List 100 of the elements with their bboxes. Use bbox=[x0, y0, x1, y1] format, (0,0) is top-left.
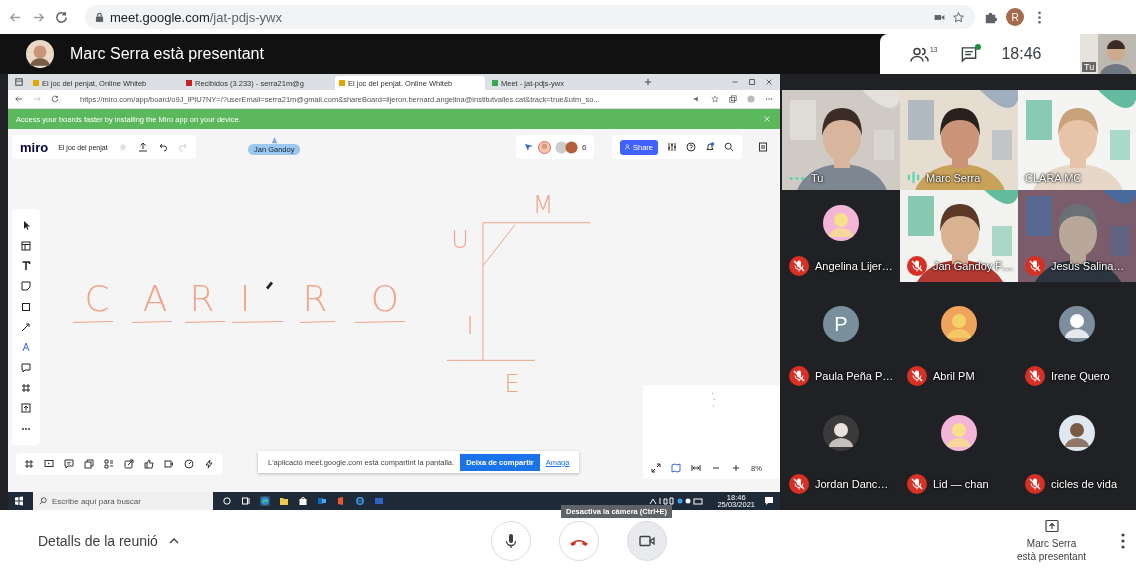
lightning-icon[interactable] bbox=[204, 459, 214, 469]
participant-name: Angelina Lijer… bbox=[815, 260, 893, 272]
internet-explorer-icon[interactable] bbox=[355, 496, 365, 506]
app-logo[interactable]: miro bbox=[20, 139, 49, 155]
participant-name: Tu bbox=[811, 172, 824, 184]
cortana-icon[interactable] bbox=[222, 496, 232, 506]
zoom-in-icon[interactable] bbox=[731, 463, 741, 473]
upload-icon[interactable] bbox=[137, 142, 148, 152]
taskbar-search-field[interactable]: Escribe aquí para buscar bbox=[33, 492, 213, 510]
windows-start-icon[interactable] bbox=[14, 496, 24, 506]
map-icon[interactable] bbox=[671, 463, 681, 473]
star-icon[interactable] bbox=[117, 142, 128, 152]
reload-icon[interactable] bbox=[51, 95, 59, 103]
timer-icon[interactable] bbox=[184, 459, 194, 469]
participant-name: Marc Serra bbox=[926, 171, 981, 184]
video-icon[interactable] bbox=[164, 459, 174, 469]
lock-icon bbox=[95, 11, 104, 23]
sticky-note-icon[interactable] bbox=[21, 281, 31, 292]
word-icon[interactable] bbox=[374, 496, 384, 506]
user-avatar[interactable] bbox=[565, 140, 578, 154]
meeting-details-button[interactable]: Detalls de la reunió bbox=[38, 532, 180, 549]
collaborator-count[interactable]: 6 bbox=[582, 142, 587, 152]
participant-tile[interactable]: Lid — chan bbox=[900, 392, 1018, 500]
board-menu-icon[interactable] bbox=[758, 142, 768, 152]
minimap-dots-icon bbox=[711, 391, 716, 409]
profile-avatar[interactable]: R bbox=[1006, 8, 1024, 26]
shape-tool-icon[interactable] bbox=[21, 301, 31, 312]
outlook-icon[interactable] bbox=[317, 496, 327, 506]
participant-name: Jesús Salina… bbox=[1051, 260, 1125, 272]
user-avatar[interactable] bbox=[555, 140, 568, 154]
chat-button[interactable] bbox=[959, 45, 980, 63]
cards-icon[interactable] bbox=[84, 459, 94, 469]
frame-tool-icon[interactable] bbox=[21, 383, 31, 394]
pen-tool-icon[interactable] bbox=[21, 342, 31, 353]
participant-tile[interactable]: Tu bbox=[782, 90, 900, 190]
camera-button[interactable] bbox=[627, 520, 667, 561]
reaction-icon[interactable] bbox=[524, 142, 534, 152]
presenter-title: Marc Serra està presentant bbox=[70, 45, 264, 63]
maximize-icon[interactable] bbox=[748, 78, 756, 86]
task-view-icon[interactable] bbox=[241, 496, 251, 506]
handwritten-letter: A bbox=[142, 278, 168, 320]
office-icon[interactable] bbox=[336, 496, 346, 506]
participant-name: Lid — chan bbox=[933, 478, 989, 490]
star-icon[interactable] bbox=[952, 10, 965, 24]
pen-cursor-icon bbox=[266, 281, 273, 290]
folder-icon[interactable] bbox=[279, 496, 289, 506]
handwritten-letter: M bbox=[532, 190, 554, 219]
upload-tool-icon[interactable] bbox=[21, 403, 31, 414]
comment-tool-icon[interactable] bbox=[21, 362, 31, 373]
participant-name: cicles de vida bbox=[1051, 478, 1118, 490]
templates-icon[interactable] bbox=[21, 240, 31, 251]
read-aloud-icon[interactable] bbox=[693, 95, 701, 103]
people-icon bbox=[625, 144, 631, 150]
tab-menu-icon[interactable] bbox=[15, 78, 23, 86]
microphone-button[interactable] bbox=[491, 520, 531, 561]
like-icon[interactable] bbox=[144, 459, 154, 469]
favorite-icon[interactable] bbox=[711, 95, 719, 103]
settings-icon[interactable] bbox=[667, 142, 677, 152]
more-icon[interactable] bbox=[765, 95, 773, 103]
participant-name: Jordan Danc… bbox=[815, 478, 889, 490]
connector-tool-icon[interactable] bbox=[21, 321, 31, 332]
participant-tile[interactable]: Abril PM bbox=[900, 282, 1018, 392]
reload-icon[interactable] bbox=[54, 9, 69, 25]
store-icon[interactable] bbox=[298, 496, 308, 506]
participant-tile[interactable]: Irene Quero bbox=[1018, 282, 1136, 392]
participant-tile[interactable]: CLARA MC bbox=[1018, 90, 1136, 190]
fit-width-icon[interactable] bbox=[691, 463, 701, 473]
search-icon[interactable] bbox=[724, 142, 734, 152]
notification-icon[interactable] bbox=[764, 496, 774, 506]
handwritten-letter: U bbox=[451, 225, 469, 254]
select-tool-icon[interactable] bbox=[21, 220, 31, 231]
back-icon[interactable] bbox=[15, 95, 23, 103]
notifications-icon[interactable] bbox=[705, 142, 715, 152]
address-bar[interactable]: meet.google.com/jat-pdjs-ywx bbox=[85, 5, 975, 29]
more-options-icon[interactable] bbox=[1120, 531, 1126, 550]
participant-tile[interactable]: Jesús Salina… bbox=[1018, 190, 1136, 282]
comments-icon[interactable] bbox=[64, 459, 74, 469]
user-avatar[interactable] bbox=[538, 140, 551, 154]
presentation-button[interactable]: Marc Serra està presentant bbox=[1017, 519, 1086, 562]
text-tool-icon[interactable] bbox=[21, 260, 31, 271]
handwritten-letter: E bbox=[504, 370, 520, 399]
collections-icon[interactable] bbox=[729, 95, 737, 103]
handwritten-letter: R bbox=[302, 278, 328, 320]
participant-tile[interactable]: Angelina Lijer… bbox=[782, 190, 900, 282]
presentation-icon[interactable] bbox=[44, 459, 54, 469]
undo-icon[interactable] bbox=[157, 142, 168, 152]
participant-tile[interactable]: Jordan Danc… bbox=[782, 392, 900, 500]
kanban-icon[interactable] bbox=[104, 459, 114, 469]
edge-icon[interactable] bbox=[260, 496, 270, 506]
fit-screen-icon[interactable] bbox=[651, 463, 661, 473]
search-icon bbox=[39, 497, 47, 505]
present-screen-icon bbox=[1044, 519, 1059, 533]
leave-call-button[interactable] bbox=[559, 520, 599, 561]
participant-tile[interactable]: P Paula Peña P… bbox=[782, 282, 900, 392]
help-icon[interactable] bbox=[686, 142, 696, 152]
new-tab-icon[interactable] bbox=[644, 78, 652, 86]
export-icon[interactable] bbox=[124, 459, 134, 469]
frames-icon[interactable] bbox=[24, 459, 34, 469]
close-icon[interactable] bbox=[765, 78, 773, 86]
participant-tile[interactable]: cicles de vida bbox=[1018, 392, 1136, 500]
